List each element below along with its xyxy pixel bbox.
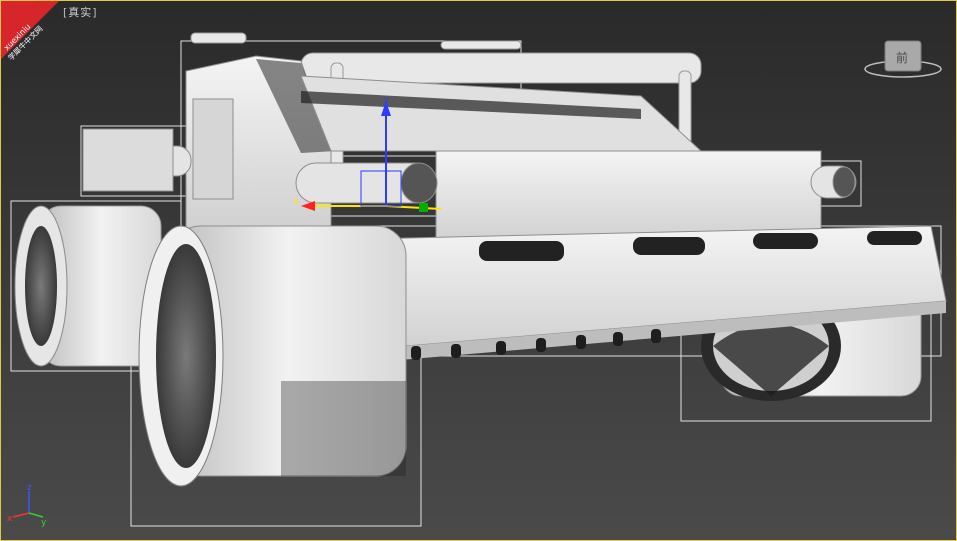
label-shading: 真实 xyxy=(68,6,93,19)
tripod-x-label: x xyxy=(7,514,13,524)
gizmo-x-label: x xyxy=(293,197,299,207)
viewport-shading-label[interactable]: [真实] xyxy=(63,4,98,20)
rear-plate xyxy=(82,128,174,192)
perspective-viewport[interactable]: z x xuexiniu 学犀牛中文网 [真实] 前 z x y xyxy=(0,0,957,541)
gizmo-z-label: z xyxy=(384,96,389,106)
tripod-z-label: z xyxy=(27,483,32,493)
vehicle-model[interactable]: z x xyxy=(1,1,957,541)
tripod-y-label: y xyxy=(41,518,47,527)
hood xyxy=(300,75,822,247)
viewcube-icon[interactable]: 前 xyxy=(863,37,943,81)
label-bracket-close: ] xyxy=(92,6,98,19)
axis-tripod-icon: z x y xyxy=(7,483,47,527)
viewcube-face-label: 前 xyxy=(896,50,908,65)
wheel-front-left xyxy=(138,225,407,487)
